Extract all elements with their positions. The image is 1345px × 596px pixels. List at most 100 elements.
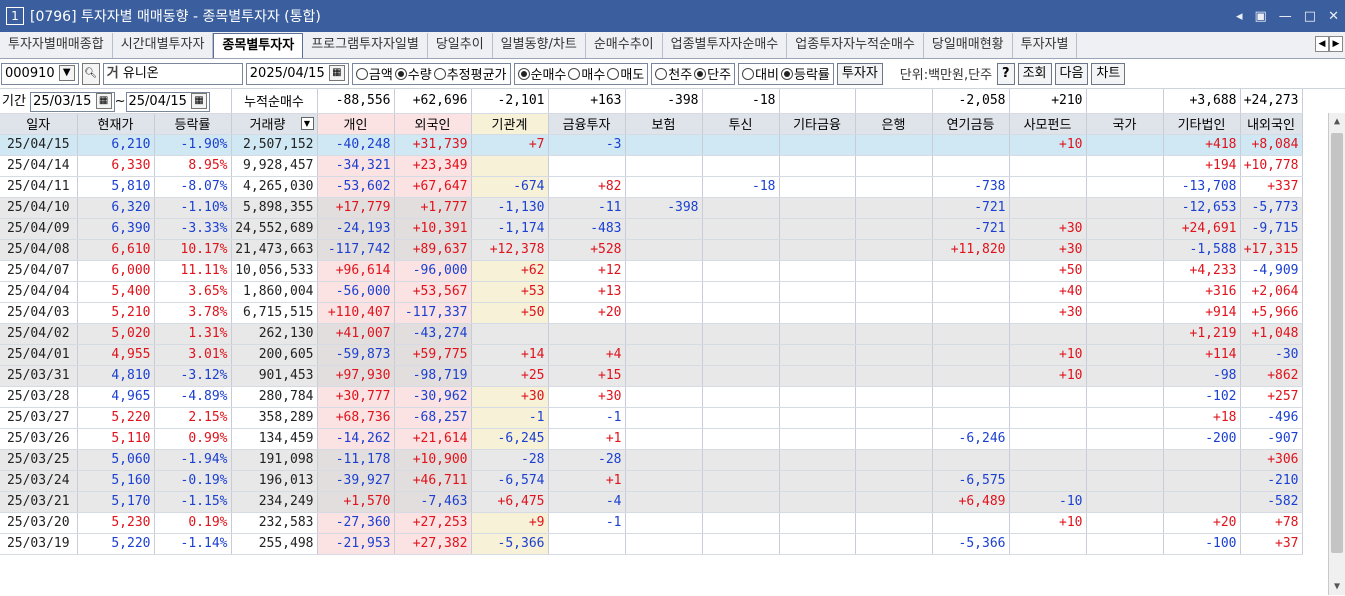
cell-other-fin — [779, 323, 856, 345]
radio-avg-price[interactable]: 추정평균가 — [433, 64, 507, 83]
cell-trust — [702, 344, 780, 366]
table-row[interactable]: 25/04/04 5,400 3.65% 1,860,004 -56,000 +53,56… — [0, 281, 1303, 303]
header-individual[interactable]: 개인 — [317, 113, 395, 135]
help-button[interactable]: ? — [997, 62, 1015, 85]
window-mode-icon[interactable]: ▣ — [1255, 9, 1267, 24]
header-volume[interactable]: 거래량 ▼ — [231, 113, 318, 135]
radio-amount[interactable]: 금액 — [355, 64, 393, 83]
cell-other-corp: -12,653 — [1163, 197, 1241, 219]
chevron-up-icon[interactable]: ▲ — [1329, 113, 1345, 130]
table-row[interactable]: 25/04/14 6,330 8.95% 9,928,457 -34,321 +23,34… — [0, 155, 1303, 177]
header-rate[interactable]: 등락률 — [154, 113, 232, 135]
header-foreign[interactable]: 외국인 — [394, 113, 472, 135]
radio-net-buy[interactable]: 순매수 — [517, 64, 566, 83]
radio-compare[interactable]: 대비 — [742, 64, 779, 83]
table-row[interactable]: 25/04/08 6,610 10.17% 21,473,663 -117,742 +89… — [0, 239, 1303, 261]
table-row[interactable]: 25/03/19 5,220 -1.14% 255,498 -21,953 +27,382… — [0, 533, 1303, 555]
cell-private-fund: +10 — [1009, 344, 1087, 366]
tab-investor-summary[interactable]: 투자자별매매종합 — [0, 33, 113, 58]
tab-stock-investor[interactable]: 종목별투자자 — [213, 33, 304, 58]
table-row[interactable]: 25/03/25 5,060 -1.94% 191,098 -11,178 +10,900… — [0, 449, 1303, 471]
cell-institution: +30 — [471, 386, 549, 408]
vertical-scrollbar[interactable]: ▲ ▼ — [1328, 113, 1345, 595]
calendar-icon[interactable]: ▦ — [191, 93, 208, 110]
header-date[interactable]: 일자 — [0, 113, 78, 135]
tab-time-investor[interactable]: 시간대별투자자 — [113, 33, 214, 58]
header-price[interactable]: 현재가 — [77, 113, 155, 135]
maximize-icon[interactable]: □ — [1304, 9, 1316, 24]
radio-rate[interactable]: 등락률 — [781, 64, 830, 83]
minimize-icon[interactable]: — — [1279, 9, 1292, 24]
table-row[interactable]: 25/04/01 4,955 3.01% 200,605 -59,873 +59,775 +… — [0, 344, 1303, 366]
chart-button[interactable]: 차트 — [1091, 62, 1126, 85]
table-row[interactable]: 25/04/15 6,210 -1.90% 2,507,152 -40,248 +31,7… — [0, 134, 1303, 156]
sort-dropdown-icon[interactable]: ▼ — [300, 117, 314, 130]
radio-single[interactable]: 단주 — [694, 64, 731, 83]
cell-price: 5,810 — [77, 176, 155, 198]
table-row[interactable]: 25/04/02 5,020 1.31% 262,130 +41,007 -43,274 +… — [0, 323, 1303, 345]
stock-name-field[interactable]: 거 유니온 — [102, 62, 243, 85]
calendar-icon[interactable]: ▦ — [328, 65, 345, 81]
cell-foreign: -7,463 — [394, 491, 472, 513]
query-button[interactable]: 조회 — [1017, 62, 1052, 85]
next-button[interactable]: 다음 — [1054, 62, 1089, 85]
tab-intraday-trend[interactable]: 당일추이 — [428, 33, 493, 58]
header-insurance[interactable]: 보험 — [625, 113, 703, 135]
table-row[interactable]: 25/04/10 6,320 -1.10% 5,898,355 +17,779 +1,77… — [0, 197, 1303, 219]
prev-icon[interactable]: ◂ — [1236, 9, 1243, 24]
cell-volume: 191,098 — [231, 449, 318, 471]
cell-inter-foreign: -907 — [1240, 428, 1303, 450]
table-row[interactable]: 25/04/09 6,390 -3.33% 24,552,689 -24,193 +10,… — [0, 218, 1303, 240]
table-row[interactable]: 25/03/24 5,160 -0.19% 196,013 -39,927 +46,711… — [0, 470, 1303, 492]
tab-program-daily[interactable]: 프로그램투자자일별 — [303, 33, 428, 58]
period-from-input[interactable]: 25/03/15 ▦ — [30, 91, 115, 112]
header-bank[interactable]: 은행 — [855, 113, 933, 135]
tab-right-icon[interactable]: ▶ — [1329, 36, 1343, 52]
cell-other-corp: +114 — [1163, 344, 1241, 366]
header-other-fin[interactable]: 기타금융 — [779, 113, 856, 135]
table-row[interactable]: 25/03/31 4,810 -3.12% 901,453 +97,930 -98,719… — [0, 365, 1303, 387]
chevron-down-icon[interactable]: ▼ — [58, 65, 75, 81]
table-row[interactable]: 25/03/27 5,220 2.15% 358,289 +68,736 -68,257-… — [0, 407, 1303, 429]
table-row[interactable]: 25/04/03 5,210 3.78% 6,715,515 +110,407 -117,… — [0, 302, 1303, 324]
calendar-icon[interactable]: ▦ — [95, 93, 112, 110]
tab-investor-by[interactable]: 투자자별 — [1013, 33, 1078, 58]
header-nation[interactable]: 국가 — [1086, 113, 1164, 135]
stock-code-input[interactable]: 000910 ▼ — [1, 62, 79, 85]
tab-daily-chart[interactable]: 일별동향/차트 — [493, 33, 586, 58]
table-row[interactable]: 25/03/28 4,965 -4.89% 280,784 +30,777 -30,962… — [0, 386, 1303, 408]
header-inter-foreign[interactable]: 내외국인 — [1240, 113, 1303, 135]
header-trust[interactable]: 투신 — [702, 113, 780, 135]
header-institution[interactable]: 기관계 — [471, 113, 549, 135]
radio-thousand[interactable]: 천주 — [655, 64, 692, 83]
table-row[interactable]: 25/04/11 5,810 -8.07% 4,265,030 -53,602 +67,6… — [0, 176, 1303, 198]
tab-left-icon[interactable]: ◀ — [1315, 36, 1329, 52]
search-icon[interactable]: 🔍︎ — [81, 62, 100, 85]
header-pension[interactable]: 연기금등 — [932, 113, 1010, 135]
tab-sector-net-buy[interactable]: 업종별투자자순매수 — [663, 33, 788, 58]
tab-net-buy-trend[interactable]: 순매수추이 — [586, 33, 663, 58]
investor-button[interactable]: 투자자 — [836, 62, 883, 85]
chevron-down-icon[interactable]: ▼ — [1329, 578, 1345, 595]
table-row[interactable]: 25/03/26 5,110 0.99% 134,459 -14,262 +21,614-… — [0, 428, 1303, 450]
cell-volume: 1,860,004 — [231, 281, 318, 303]
radio-sell[interactable]: 매도 — [607, 64, 644, 83]
period-to-input[interactable]: 25/04/15 ▦ — [125, 91, 211, 112]
cell-trust — [702, 239, 780, 261]
radio-buy[interactable]: 매수 — [568, 64, 605, 83]
header-fin-invest[interactable]: 금융투자 — [548, 113, 626, 135]
close-icon[interactable]: ✕ — [1328, 9, 1339, 24]
cell-bank — [855, 197, 933, 219]
cell-date: 25/04/01 — [0, 344, 78, 366]
table-row[interactable]: 25/04/07 6,000 11.11% 10,056,533 +96,614 -96,… — [0, 260, 1303, 282]
header-private-fund[interactable]: 사모펀드 — [1009, 113, 1087, 135]
tab-today-trades[interactable]: 당일매매현황 — [924, 33, 1013, 58]
table-row[interactable]: 25/03/20 5,230 0.19% 232,583 -27,360 +27,253 +… — [0, 512, 1303, 534]
tab-sector-cum-net-buy[interactable]: 업종투자자누적순매수 — [787, 33, 924, 58]
cell-individual: +110,407 — [317, 302, 395, 324]
header-other-corp[interactable]: 기타법인 — [1163, 113, 1241, 135]
radio-quantity[interactable]: 수량 — [394, 64, 432, 83]
date-input[interactable]: 2025/04/15 ▦ — [245, 62, 349, 85]
table-row[interactable]: 25/03/21 5,170 -1.15% 234,249 +1,570 -7,463 +6… — [0, 491, 1303, 513]
scroll-thumb[interactable] — [1331, 133, 1343, 553]
